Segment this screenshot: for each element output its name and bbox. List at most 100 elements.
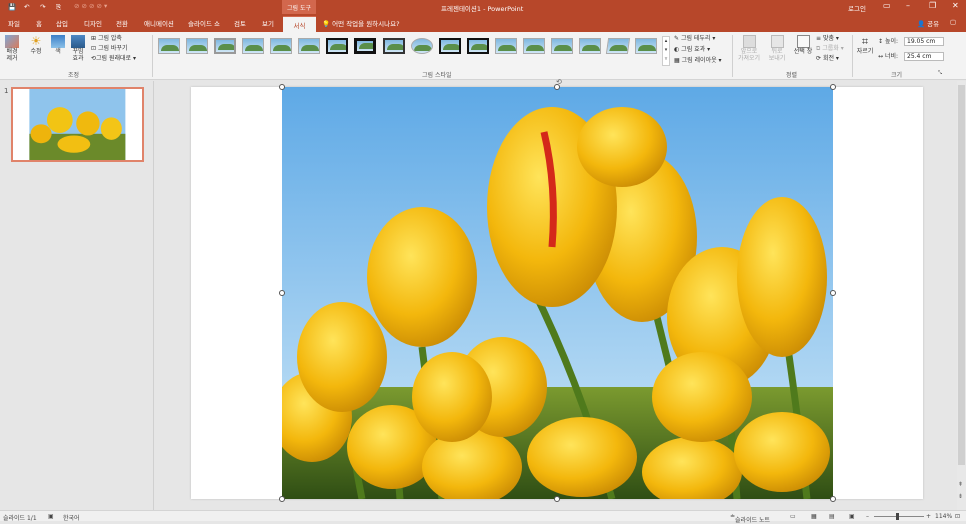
save-icon[interactable]: 💾: [8, 3, 16, 11]
picture-style-thumb[interactable]: [298, 38, 320, 54]
resize-handle-top-right[interactable]: [830, 84, 836, 90]
scroll-page-down-icon[interactable]: ⇟: [958, 493, 963, 500]
remove-background-icon: [5, 35, 19, 48]
tab-home[interactable]: 홈: [36, 18, 42, 28]
spell-check-icon[interactable]: ▣: [48, 513, 54, 520]
sun-icon: ☀: [30, 34, 42, 48]
picture-style-thumb[interactable]: [326, 38, 348, 54]
zoom-slider-thumb[interactable]: [896, 513, 899, 520]
login-link[interactable]: 로그인: [848, 3, 866, 13]
picture-layout-label: 그림 레이아웃: [681, 57, 717, 64]
tulip-photo[interactable]: [282, 87, 833, 499]
crop-icon: ⌗: [861, 35, 869, 48]
restore-icon[interactable]: ❐: [929, 1, 936, 10]
minimize-icon[interactable]: –: [906, 1, 910, 10]
reset-picture-button[interactable]: ⟲그림 원래대로 ▾: [91, 55, 136, 62]
picture-style-thumb[interactable]: [158, 38, 180, 54]
selection-pane-button[interactable]: 선택 창: [792, 35, 814, 55]
tab-slideshow[interactable]: 슬라이드 쇼: [188, 18, 220, 28]
change-picture-button[interactable]: ⊡ 그림 바꾸기: [91, 45, 127, 52]
resize-handle-left[interactable]: [279, 290, 285, 296]
picture-style-thumb[interactable]: [186, 38, 208, 54]
artistic-effects-button[interactable]: 꾸밈 효과: [68, 35, 88, 62]
compress-pictures-button[interactable]: ⊞ 그림 압축: [91, 35, 122, 42]
scroll-page-up-icon[interactable]: ⇞: [958, 481, 963, 488]
rotate-handle-icon[interactable]: ⟲: [556, 78, 562, 86]
gallery-scroll[interactable]: ▴ ▾ ▿: [662, 36, 670, 66]
zoom-out-button[interactable]: –: [866, 513, 869, 520]
remove-background-button[interactable]: 배경 제거: [2, 35, 22, 62]
picture-style-thumb[interactable]: [551, 38, 573, 54]
picture-style-thumb[interactable]: [579, 38, 601, 54]
vertical-scrollbar[interactable]: ⇞ ⇟: [957, 81, 966, 510]
resize-handle-right[interactable]: [830, 290, 836, 296]
resize-handle-bottom-left[interactable]: [279, 496, 285, 502]
slide-sorter-icon[interactable]: ▦: [811, 513, 817, 520]
notes-button[interactable]: ≐ 슬라이드 노트: [730, 513, 770, 524]
picture-style-thumb[interactable]: [467, 38, 489, 54]
undo-icon[interactable]: ↶: [24, 3, 29, 11]
picture-style-thumb[interactable]: [495, 38, 517, 54]
picture-style-thumb[interactable]: [383, 38, 405, 54]
scrollbar-thumb[interactable]: [958, 85, 965, 465]
tell-me-text: 어떤 작업을 원하시나요?: [332, 20, 400, 28]
ribbon-display-options-icon[interactable]: ▭: [883, 1, 891, 10]
start-slideshow-icon[interactable]: ⎘: [56, 3, 61, 12]
normal-view-icon[interactable]: ▭: [790, 513, 796, 520]
send-backward-icon: [770, 35, 784, 48]
color-button[interactable]: 색: [48, 35, 68, 55]
zoom-slider[interactable]: [874, 516, 924, 517]
tab-transitions[interactable]: 전환: [116, 18, 128, 28]
slide-thumbnail[interactable]: [11, 87, 144, 162]
picture-style-thumb[interactable]: [270, 38, 292, 54]
picture-style-thumb[interactable]: [439, 38, 461, 54]
notes-label: 슬라이드 노트: [735, 517, 771, 524]
resize-handle-bottom[interactable]: [554, 496, 560, 502]
picture-style-thumb[interactable]: [354, 38, 376, 54]
share-button[interactable]: 👤 공유: [917, 18, 939, 28]
picture-style-thumb[interactable]: [411, 38, 433, 54]
align-button[interactable]: ≡ 맞춤 ▾: [816, 35, 839, 42]
bring-forward-button[interactable]: 앞으로 가져오기: [736, 35, 762, 62]
tab-view[interactable]: 보기: [262, 18, 274, 28]
group-button[interactable]: ⧉ 그룹화 ▾: [816, 45, 844, 52]
bring-forward-icon: [742, 35, 756, 48]
height-input[interactable]: 19.05 cm: [904, 37, 944, 46]
tab-insert[interactable]: 삽입: [56, 18, 68, 28]
picture-style-thumb[interactable]: [214, 38, 236, 54]
redo-icon[interactable]: ↷: [40, 3, 45, 11]
tab-review[interactable]: 검토: [234, 18, 246, 28]
tab-design[interactable]: 디자인: [84, 18, 102, 28]
reading-view-icon[interactable]: ▤: [829, 513, 835, 520]
align-icon: ≡: [816, 35, 822, 42]
arrange-group-label: 정렬: [786, 72, 798, 79]
ribbon-separator: [732, 35, 733, 77]
picture-effects-button[interactable]: ◐ 그림 효과 ▾: [674, 46, 710, 53]
picture-style-thumb[interactable]: [523, 38, 545, 54]
comments-icon[interactable]: ▢: [950, 18, 956, 26]
zoom-level[interactable]: 114%: [935, 513, 952, 520]
picture-style-thumb[interactable]: [242, 38, 264, 54]
tell-me-search[interactable]: 💡 어떤 작업을 원하시나요?: [322, 18, 400, 28]
picture-border-button[interactable]: ✎ 그림 테두리 ▾: [674, 35, 715, 42]
picture-layout-button[interactable]: ▦ 그림 레이아웃 ▾: [674, 57, 722, 64]
artistic-effects-icon: [71, 35, 85, 48]
picture-style-thumb[interactable]: [635, 38, 657, 54]
slideshow-view-icon[interactable]: ▣: [849, 513, 855, 520]
rotate-button[interactable]: ⟳ 회전 ▾: [816, 55, 839, 62]
fit-slide-icon[interactable]: ⊡: [955, 513, 960, 520]
width-input[interactable]: 25.4 cm: [904, 52, 944, 61]
corrections-button[interactable]: ☀ 수정: [26, 34, 46, 56]
resize-handle-bottom-right[interactable]: [830, 496, 836, 502]
artistic-effects-label: 꾸밈 효과: [72, 48, 84, 62]
zoom-in-button[interactable]: +: [926, 513, 931, 520]
crop-button[interactable]: ⌗ 자르기: [855, 35, 875, 55]
tab-format[interactable]: 서식: [283, 16, 316, 32]
tab-animations[interactable]: 애니메이션: [144, 18, 174, 28]
close-icon[interactable]: ✕: [952, 1, 959, 10]
resize-handle-top-left[interactable]: [279, 84, 285, 90]
size-dialog-launcher-icon[interactable]: ⤡: [938, 70, 942, 77]
tab-file[interactable]: 파일: [8, 18, 20, 28]
send-backward-button[interactable]: 뒤로 보내기: [766, 35, 788, 62]
picture-style-thumb[interactable]: [605, 38, 631, 54]
